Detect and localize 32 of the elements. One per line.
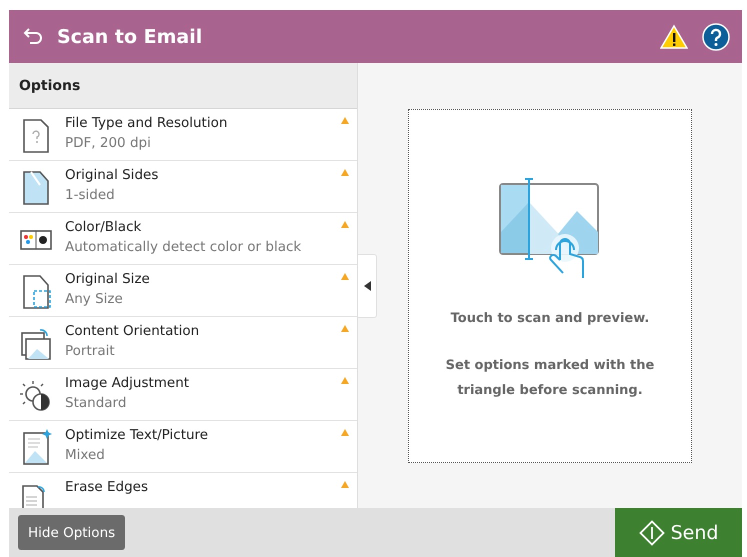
option-label: Original Sides <box>65 167 158 183</box>
file-question-icon <box>20 117 52 155</box>
option-label: Content Orientation <box>65 323 200 339</box>
page-size-icon <box>20 273 52 311</box>
help-icon[interactable] <box>702 22 730 50</box>
preview-area[interactable]: Touch to scan and preview. Set options marked with the triangle before scanning. <box>408 108 692 462</box>
option-label: File Type and Resolution <box>65 115 228 131</box>
back-icon[interactable] <box>23 28 43 46</box>
option-label: Color/Black <box>65 219 142 235</box>
collapse-arrow-icon <box>364 280 370 290</box>
preview-instruction: Touch to scan and preview. <box>450 310 650 328</box>
option-value: 1-sided <box>65 187 116 203</box>
option-value: Portrait <box>65 343 116 359</box>
options-heading: Options <box>9 63 357 109</box>
send-button[interactable]: Send <box>615 508 742 557</box>
option-value: Standard <box>65 395 128 411</box>
option-value: PDF, 200 dpi <box>65 135 152 151</box>
page-icon <box>20 169 52 207</box>
option-label: Original Size <box>65 271 150 287</box>
collapse-tab[interactable] <box>358 254 377 318</box>
option-value: Mixed <box>65 447 106 463</box>
option-label: Erase Edges <box>65 479 148 495</box>
option-label: Optimize Text/Picture <box>65 427 208 443</box>
document-image-icon <box>20 429 52 467</box>
warning-icon[interactable] <box>660 24 688 50</box>
option-value: Automatically detect color or black <box>65 239 302 255</box>
option-value: Any Size <box>65 291 124 307</box>
hide-options-button[interactable]: Hide Options <box>18 515 126 550</box>
option-label: Image Adjustment <box>65 375 190 391</box>
start-icon <box>638 520 665 546</box>
window-title: Scan to Email <box>57 26 204 48</box>
preview-hint: Set options marked with the triangle before scanning. <box>444 356 656 400</box>
